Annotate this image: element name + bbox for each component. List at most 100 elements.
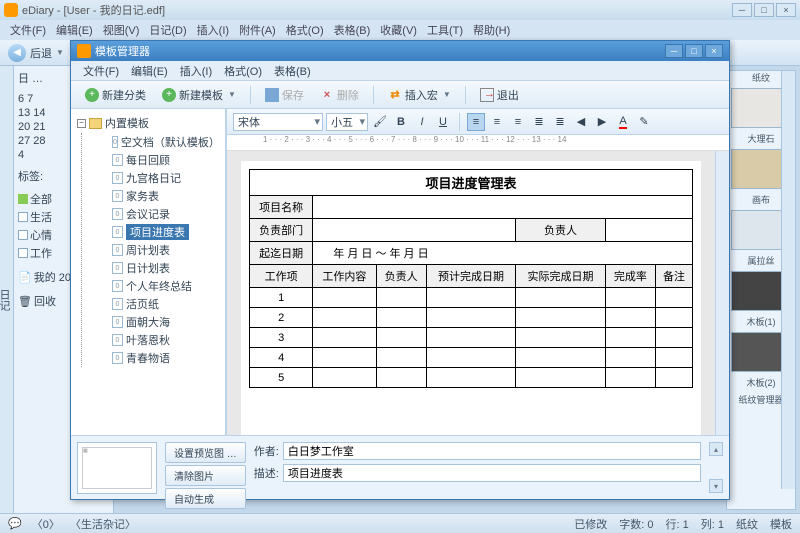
tree-item[interactable]: 0每日回顾	[110, 151, 219, 169]
list-number-button[interactable]: ≣	[551, 113, 569, 131]
new-template-button[interactable]: +新建模板▼	[156, 85, 242, 105]
tree-item[interactable]: 0叶落恩秋	[110, 331, 219, 349]
scroll-down-button[interactable]: ▾	[709, 479, 723, 493]
modal-icon	[77, 44, 91, 58]
insert-macro-button[interactable]: ⇄插入宏▼	[382, 85, 457, 105]
tree-item[interactable]: 0活页纸	[110, 295, 219, 313]
menu-file[interactable]: 文件(F)	[6, 20, 50, 40]
modal-menu-edit[interactable]: 编辑(E)	[127, 61, 172, 81]
author-input[interactable]	[283, 442, 701, 460]
clear-image-button[interactable]: 清除图片	[165, 465, 246, 486]
status-paper[interactable]: 纸纹	[736, 516, 758, 532]
list-bullet-button[interactable]: ≣	[530, 113, 548, 131]
menu-edit[interactable]: 编辑(E)	[52, 20, 97, 40]
underline-button[interactable]: U	[434, 113, 452, 131]
file-icon: 0	[112, 136, 118, 148]
size-select[interactable]: 小五	[326, 113, 368, 131]
app-logo-icon	[4, 3, 18, 17]
scroll-up-button[interactable]: ▴	[709, 442, 723, 456]
menu-attach[interactable]: 附件(A)	[235, 20, 280, 40]
menu-fav[interactable]: 收藏(V)	[376, 20, 421, 40]
tree-item[interactable]: 0项目进度表	[110, 223, 219, 241]
indent-button[interactable]: ▶	[593, 113, 611, 131]
texture-scrollbar[interactable]	[781, 71, 795, 489]
tree-root[interactable]: − 内置模板	[77, 115, 219, 131]
checkbox-icon	[18, 248, 28, 258]
modal-maximize-button[interactable]: □	[685, 44, 703, 58]
outdent-button[interactable]: ◀	[572, 113, 590, 131]
align-right-button[interactable]: ≡	[509, 113, 527, 131]
tree-item[interactable]: 0青春物语	[110, 349, 219, 367]
modal-footer: ▦ 设置预览图 … 清除图片 自动生成 作者: 描述: ▴ ▾	[71, 435, 729, 499]
tree-item[interactable]: 0日计划表	[110, 259, 219, 277]
modal-menubar: 文件(F) 编辑(E) 插入(I) 格式(O) 表格(B)	[71, 61, 729, 81]
modal-title: 模板管理器	[95, 43, 150, 59]
template-manager-dialog: 模板管理器 ─ □ × 文件(F) 编辑(E) 插入(I) 格式(O) 表格(B…	[70, 40, 730, 500]
checkbox-icon	[18, 230, 28, 240]
modal-titlebar[interactable]: 模板管理器 ─ □ ×	[71, 41, 729, 61]
menu-view[interactable]: 视图(V)	[99, 20, 144, 40]
exit-button[interactable]: 退出	[474, 85, 525, 105]
format-painter-icon[interactable]: 🖌	[371, 113, 389, 131]
file-icon: 0	[112, 352, 123, 364]
file-icon: 0	[112, 334, 123, 346]
menu-tools[interactable]: 工具(T)	[423, 20, 467, 40]
main-titlebar: eDiary - [User - 我的日记.edf] ─ □ ×	[0, 0, 800, 20]
set-preview-button[interactable]: 设置预览图 …	[165, 442, 246, 463]
auto-generate-button[interactable]: 自动生成	[165, 488, 246, 509]
tab-diary[interactable]: 日记	[0, 285, 13, 315]
menu-table[interactable]: 表格(B)	[330, 20, 375, 40]
font-color-button[interactable]: A	[614, 113, 632, 131]
main-menubar: 文件(F) 编辑(E) 视图(V) 日记(D) 插入(I) 附件(A) 格式(O…	[0, 20, 800, 40]
close-button[interactable]: ×	[776, 3, 796, 17]
align-center-button[interactable]: ≡	[488, 113, 506, 131]
menu-format[interactable]: 格式(O)	[282, 20, 328, 40]
save-button[interactable]: 保存	[259, 85, 310, 105]
main-title: eDiary - [User - 我的日记.edf]	[22, 2, 165, 18]
modal-minimize-button[interactable]: ─	[665, 44, 683, 58]
document-area[interactable]: 项目进度管理表 项目名称 负责部门负责人 起迄日期年 月 日 ～ 年 月 日 工…	[227, 151, 715, 435]
tree-item[interactable]: 0家务表	[110, 187, 219, 205]
modal-menu-file[interactable]: 文件(F)	[79, 61, 123, 81]
file-icon: 0	[112, 226, 123, 238]
tree-item[interactable]: 0会议记录	[110, 205, 219, 223]
plus-icon: +	[162, 88, 176, 102]
tree-item[interactable]: 0空文档（默认模板）	[110, 133, 219, 151]
file-icon: 0	[112, 316, 123, 328]
tree-item[interactable]: 0面朝大海	[110, 313, 219, 331]
menu-insert[interactable]: 插入(I)	[193, 20, 233, 40]
maximize-button[interactable]: □	[754, 3, 774, 17]
menu-help[interactable]: 帮助(H)	[469, 20, 514, 40]
delete-button[interactable]: ×删除	[314, 85, 365, 105]
modal-menu-insert[interactable]: 插入(I)	[176, 61, 216, 81]
menu-diary[interactable]: 日记(D)	[145, 20, 190, 40]
plus-icon: +	[85, 88, 99, 102]
new-category-button[interactable]: +新建分类	[79, 85, 152, 105]
tree-item[interactable]: 0九宫格日记	[110, 169, 219, 187]
status-line: 行: 1	[666, 516, 689, 532]
tree-item[interactable]: 0个人年终总结	[110, 277, 219, 295]
statusbar: 💬 〈0〉 〈生活杂记〉 已修改 字数: 0 行: 1 列: 1 纸纹 模板	[0, 513, 800, 533]
modal-menu-format[interactable]: 格式(O)	[220, 61, 266, 81]
modal-menu-table[interactable]: 表格(B)	[270, 61, 315, 81]
status-comment-icon[interactable]: 💬	[8, 517, 22, 530]
font-select[interactable]: 宋体	[233, 113, 323, 131]
file-icon: 0	[112, 154, 123, 166]
minimize-button[interactable]: ─	[732, 3, 752, 17]
collapse-icon[interactable]: −	[77, 119, 86, 128]
preview-thumbnail[interactable]: ▦	[77, 442, 157, 494]
page: 项目进度管理表 项目名称 负责部门负责人 起迄日期年 月 日 ～ 年 月 日 工…	[241, 161, 701, 435]
texture-panel: 纸纹 大理石 画布 属拉丝 木板(1) 木板(2) 纸纹管理器	[726, 70, 796, 510]
align-left-button[interactable]: ≡	[467, 113, 485, 131]
file-icon: 0	[112, 280, 123, 292]
modal-close-button[interactable]: ×	[705, 44, 723, 58]
highlight-button[interactable]: ✎	[635, 113, 653, 131]
bold-button[interactable]: B	[392, 113, 410, 131]
file-icon: 0	[112, 262, 123, 274]
editor-scrollbar[interactable]	[715, 151, 729, 435]
tree-item[interactable]: 0周计划表	[110, 241, 219, 259]
status-template[interactable]: 模板	[770, 516, 792, 532]
desc-input[interactable]	[283, 464, 701, 482]
back-button[interactable]: ◀ 后退 ▼	[8, 44, 64, 62]
italic-button[interactable]: I	[413, 113, 431, 131]
